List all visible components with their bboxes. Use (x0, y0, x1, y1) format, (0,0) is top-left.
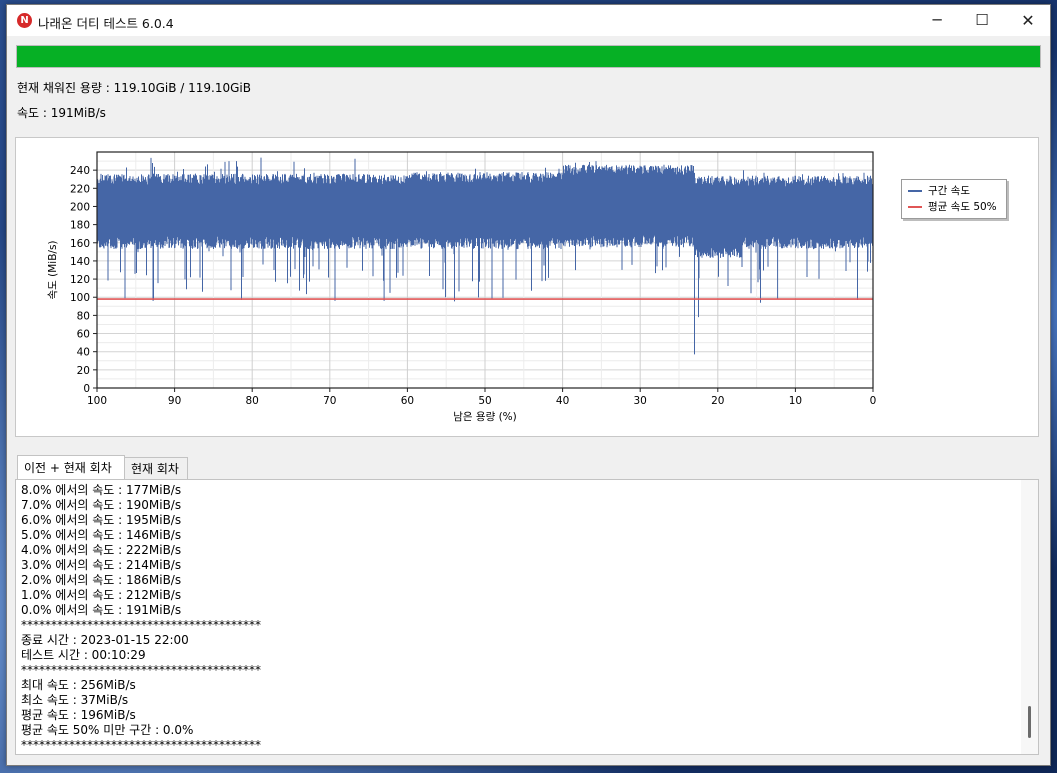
x-tick-label: 100 (87, 395, 107, 407)
y-tick-label: 160 (70, 238, 90, 250)
log-line: 2.0% 에서의 속도 : 186MiB/s (21, 573, 182, 587)
log-text-area[interactable]: 8.0% 에서의 속도 : 177MiB/s 7.0% 에서의 속도 : 190M… (15, 479, 1039, 755)
y-tick-label: 220 (70, 183, 90, 195)
x-axis-title: 남은 용량 (%) (453, 411, 517, 423)
log-line: 평균 속도 50% 미만 구간 : 0.0% (21, 723, 194, 737)
y-tick-label: 140 (70, 256, 90, 268)
maximize-button[interactable]: ☐ (959, 5, 1005, 36)
y-tick-label: 20 (77, 365, 90, 377)
y-tick-label: 180 (70, 220, 90, 232)
log-line: 최대 속도 : 256MiB/s (21, 678, 136, 692)
y-tick-label: 200 (70, 201, 90, 213)
chart-legend: 구간 속도 평균 속도 50% (901, 179, 1007, 219)
app-window: N 나래온 더티 테스트 6.0.4 ─ ☐ ✕ 현재 채워진 용량 : 119… (6, 4, 1051, 766)
legend-label-average: 평균 속도 50% (928, 201, 997, 213)
speed-chart: 020406080100120140160180200220240100 90 80… (47, 151, 877, 423)
progress-fill (17, 46, 1040, 67)
close-button[interactable]: ✕ (1005, 5, 1051, 36)
y-axis-title: 속도 (MiB/s) (47, 240, 59, 299)
filled-capacity-text: 현재 채워진 용량 : 119.10GiB / 119.10GiB (17, 81, 251, 95)
log-lines: 8.0% 에서의 속도 : 177MiB/s 7.0% 에서의 속도 : 190M… (21, 483, 261, 753)
y-tick-label: 40 (77, 347, 90, 359)
x-tick-label: 40 (556, 395, 569, 407)
x-tick-label: 20 (711, 395, 724, 407)
title-bar[interactable]: N 나래온 더티 테스트 6.0.4 ─ ☐ ✕ (7, 5, 1050, 36)
legend-swatch-average (908, 206, 922, 208)
log-scrollbar-thumb[interactable] (1028, 706, 1031, 738)
x-tick-label: 0 (870, 395, 877, 407)
y-tick-label: 120 (70, 274, 90, 286)
log-line: 3.0% 에서의 속도 : 214MiB/s (21, 558, 182, 572)
x-tick-label: 70 (323, 395, 336, 407)
x-tick-label: 50 (478, 395, 491, 407)
x-tick-label: 10 (789, 395, 802, 407)
log-line: 7.0% 에서의 속도 : 190MiB/s (21, 498, 182, 512)
x-tick-label: 80 (246, 395, 259, 407)
log-line: 평균 속도 : 196MiB/s (21, 708, 136, 722)
app-logo-icon: N (17, 13, 32, 28)
y-tick-label: 0 (83, 383, 90, 395)
tab-previous-and-current[interactable]: 이전 + 현재 회차 (17, 455, 125, 479)
log-line: 0.0% 에서의 속도 : 191MiB/s (21, 603, 182, 617)
log-line: 8.0% 에서의 속도 : 177MiB/s (21, 483, 182, 497)
log-line: 최소 속도 : 37MiB/s (21, 693, 129, 707)
legend-label-interval: 구간 속도 (928, 185, 970, 197)
log-line: 종료 시간 : 2023-01-15 22:00 (21, 633, 189, 647)
log-line: 5.0% 에서의 속도 : 146MiB/s (21, 528, 182, 542)
legend-item-average: 평균 속도 50% (908, 200, 997, 215)
x-tick-label: 30 (634, 395, 647, 407)
y-tick-label: 240 (70, 165, 90, 177)
y-tick-label: 100 (70, 292, 90, 304)
legend-item-interval: 구간 속도 (908, 184, 970, 199)
log-line: 6.0% 에서의 속도 : 195MiB/s (21, 513, 182, 527)
y-tick-label: 80 (77, 310, 90, 322)
log-line: **************************************** (21, 618, 261, 632)
log-scrollbar[interactable] (1021, 480, 1038, 754)
log-line: 테스트 시간 : 00:10:29 (21, 648, 146, 662)
speed-chart-panel: 0 20 40 60 80 100 120 140 160 180 200 220 240 100 90 80… (15, 137, 1039, 437)
log-line: 1.0% 에서의 속도 : 212MiB/s (21, 588, 182, 602)
x-tick-label: 60 (401, 395, 414, 407)
current-speed-text: 속도 : 191MiB/s (17, 106, 106, 120)
x-tick-label: 90 (168, 395, 181, 407)
log-line: **************************************** (21, 663, 261, 677)
y-tick-label: 60 (77, 329, 90, 341)
log-line: 4.0% 에서의 속도 : 222MiB/s (21, 543, 182, 557)
legend-swatch-interval (908, 190, 922, 192)
window-title: 나래온 더티 테스트 6.0.4 (38, 16, 174, 31)
log-line: **************************************** (21, 738, 261, 752)
minimize-button[interactable]: ─ (914, 5, 960, 36)
tab-current-round[interactable]: 현재 회차 (124, 457, 188, 479)
fill-progress-bar (16, 45, 1041, 68)
